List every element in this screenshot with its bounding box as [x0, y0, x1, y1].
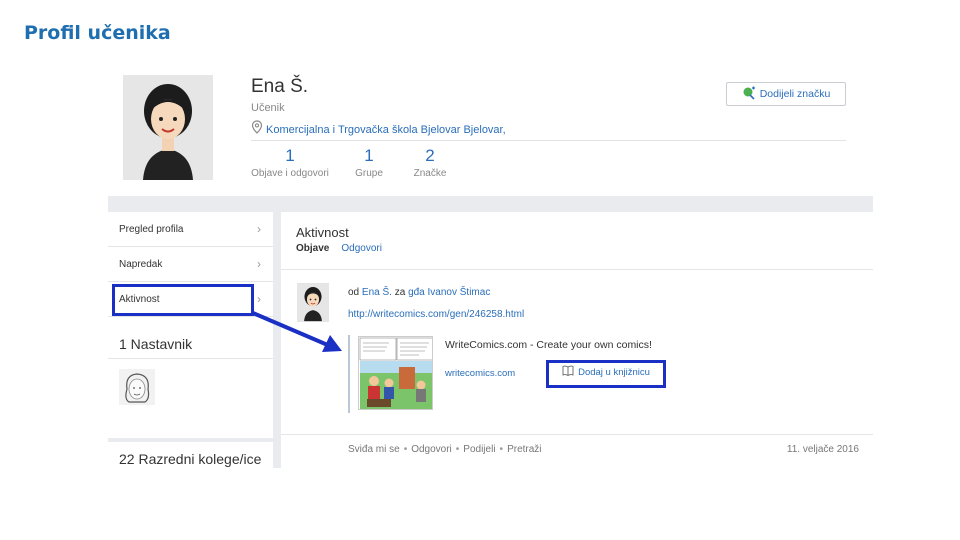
screenshot-frame: Ena Š. Učenik Komercijalna i Trgovačka š… [108, 60, 873, 468]
slide-title: Profil učenika [24, 22, 171, 44]
annotation-arrow [252, 311, 342, 352]
